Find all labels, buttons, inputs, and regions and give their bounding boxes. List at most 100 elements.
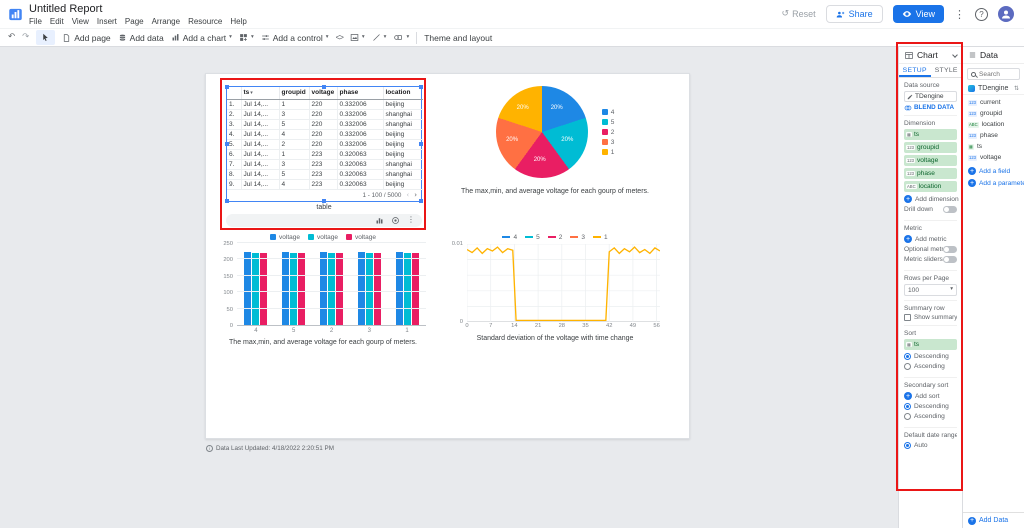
shape-tool-button[interactable]: ▾ [393,33,409,42]
line-legend: 4 5 2 3 1 [450,232,660,242]
add-data-button[interactable]: Add Data [963,512,1024,528]
bar[interactable] [298,252,306,325]
search-input[interactable] [979,70,1016,78]
undo-button[interactable]: ↶ [8,33,15,42]
bar[interactable] [252,252,260,325]
theme-layout-button[interactable]: Theme and layout [424,33,492,43]
menu-help[interactable]: Help [230,17,246,26]
legend-item[interactable]: 1 [601,149,614,156]
add-control-button[interactable]: Add a control ▾ [261,33,329,43]
report-title[interactable]: Untitled Report [29,3,247,15]
field-voltage[interactable]: 123 voltage [963,152,1024,163]
bar[interactable] [244,251,252,325]
more-options-icon[interactable]: ⋮ [954,9,965,20]
bar[interactable] [335,252,343,325]
community-visualizations-button[interactable]: ▾ [239,33,254,42]
x-tick-label: 1 [405,327,409,334]
bar-caption: The max,min, and average voltage for eac… [229,339,417,346]
legend-item[interactable]: 4 [601,109,614,116]
pie-chart[interactable]: 20% 20% 20% 20% 20% [495,86,588,178]
legend-item[interactable]: voltage [270,234,300,241]
bar[interactable] [260,252,268,325]
field-search-box[interactable] [967,68,1020,80]
chevron-down-icon: ▾ [325,33,329,40]
add-chart-button[interactable]: Add a chart ▾ [171,33,232,43]
legend-swatch [570,236,579,238]
bar[interactable] [319,251,327,325]
cursor-icon [43,33,48,41]
bar[interactable] [327,252,335,325]
bar[interactable] [373,252,381,325]
help-icon[interactable]: ? [975,7,988,21]
add-data-button-toolbar[interactable]: Add data [118,33,164,43]
x-tick-label: 56 [653,323,660,329]
field-type-icon: ▦ [968,143,974,150]
bar[interactable] [290,252,298,325]
menu-insert[interactable]: Insert [97,17,117,26]
legend-item[interactable]: 3 [570,234,585,241]
redo-button[interactable]: ↷ [22,33,29,42]
line-tool-button[interactable]: ▾ [372,33,386,42]
legend-swatch [601,139,608,145]
community-viz-icon [240,34,247,41]
legend-item[interactable]: 2 [601,129,614,136]
pie-widget[interactable]: 20% 20% 20% 20% 20% 4 5 2 3 1 The max,min, and a… [454,86,656,195]
legend-item[interactable]: voltage [345,234,376,241]
field-current[interactable]: 123 current [963,97,1024,108]
bar-legend: voltage voltage voltage [220,232,426,242]
legend-item[interactable]: 2 [547,234,562,241]
bar[interactable] [403,252,411,325]
tdengine-logo-icon [968,85,975,92]
field-ts[interactable]: ▦ ts [963,141,1024,152]
field-location[interactable]: ABC location [963,119,1024,130]
add-parameter-button[interactable]: Add a parameter [963,177,1024,189]
bar[interactable] [357,251,365,325]
select-tool-button[interactable] [36,30,56,45]
bar[interactable] [282,251,290,325]
legend-swatch [525,236,534,238]
gridline [237,274,426,276]
datasource-row[interactable]: TDengine ⇅ [963,83,1024,95]
field-type-icon: 123 [968,99,977,106]
menu-file[interactable]: File [29,17,42,26]
y-tick-label: 0.01 [451,241,463,247]
add-field-button[interactable]: Add a field [963,165,1024,177]
share-button[interactable]: Share [825,5,883,23]
pie-caption: The max,min, and average voltage for eac… [461,188,649,195]
menu-arrange[interactable]: Arrange [152,17,180,26]
legend-item[interactable]: 5 [525,234,540,241]
line-series-1[interactable] [467,246,660,322]
legend-item[interactable]: voltage [308,234,338,241]
sliders-icon [261,35,269,40]
line-widget[interactable]: 45231 0 0.01 0 7 14 21 28 35 42 49 56 Standard de… [450,232,660,342]
pie-slice-label: 20% [550,104,563,111]
menu-resource[interactable]: Resource [188,17,222,26]
plus-icon [968,179,976,187]
report-canvas[interactable]: ts▾ groupid voltage phase location 1. Jul 14,… [0,47,898,528]
bar-widget[interactable]: voltage voltage voltage 0 50 100 150 200 250 4 5… [220,232,426,346]
field-phase[interactable]: 123 phase [963,130,1024,141]
bar[interactable] [395,251,403,325]
person-icon [1002,10,1010,19]
menu-view[interactable]: View [72,17,89,26]
legend-label: voltage [317,233,338,241]
add-page-button[interactable]: Add page [62,33,111,43]
looker-studio-app: { "colors": {"accent": "#1a73e8", "annot… [0,0,1024,528]
legend-item[interactable]: 5 [601,119,614,126]
database-icon [119,34,125,41]
image-button[interactable]: ▾ [350,33,365,42]
title-menu-block: Untitled Report File Edit View Insert Page Ar… [29,3,247,26]
bar[interactable] [411,252,419,325]
embed-url-button[interactable]: <> [336,33,344,42]
avatar[interactable] [998,6,1014,22]
legend-item[interactable]: 1 [592,234,608,241]
field-groupid[interactable]: 123 groupid [963,108,1024,119]
bar[interactable] [365,252,373,325]
menu-page[interactable]: Page [125,17,144,26]
legend-item[interactable]: 4 [502,234,517,241]
datasource-toggle-icon[interactable]: ⇅ [1014,85,1019,92]
menu-edit[interactable]: Edit [50,17,64,26]
legend-item[interactable]: 3 [601,139,614,146]
view-button[interactable]: View [892,5,944,23]
reset-button[interactable]: ↺ Reset [782,9,816,19]
